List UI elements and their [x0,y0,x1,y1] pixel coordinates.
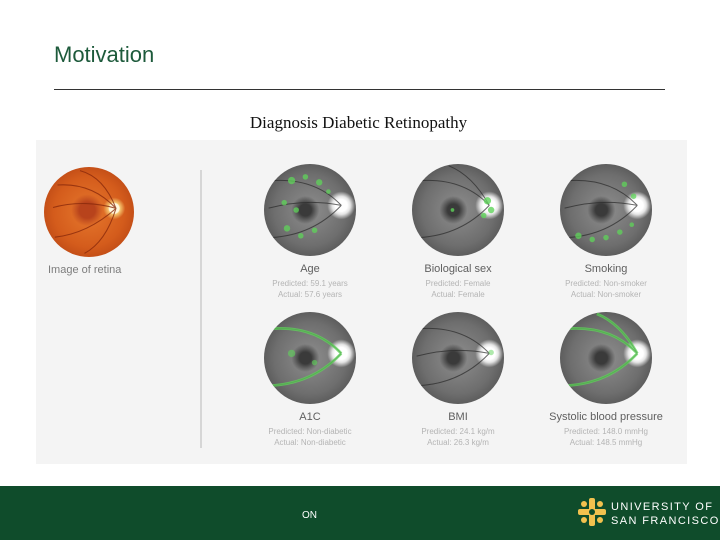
cell-predicted: Predicted: Non-diabetic [268,427,352,436]
logo-line-2: SAN FRANCISCO [611,515,720,527]
fundus-attention-map [560,164,652,256]
cell-actual: Actual: 148.5 mmHg [569,438,643,447]
retina-input-label: Image of retina [48,264,122,276]
fundus-attention-map [412,164,504,256]
fundus-attention-map [412,312,504,404]
cell-predicted: Predicted: 24.1 kg/m [421,427,495,436]
cell-predicted: Predicted: Female [425,279,491,288]
title-divider [54,89,665,90]
cell-title: Smoking [584,263,628,275]
cell-predicted: Predicted: 59.1 years [272,279,348,288]
cell-title: Age [300,263,320,275]
usf-logo-text: UNIVERSITY OF SAN FRANCISCO [611,500,720,528]
retina-color-image [44,167,134,257]
cell-title: Biological sex [424,263,492,275]
cell-title: Systolic blood pressure [549,411,663,423]
fundus-attention-map [264,164,356,256]
prediction-cell-age: Age Predicted: 59.1 years Actual: 57.6 y… [235,164,385,314]
cell-actual: Actual: Female [431,290,485,299]
retina-vessels [52,170,117,254]
cell-actual: Actual: Non-smoker [570,290,642,299]
prediction-cell-a1c: A1C Predicted: Non-diabetic Actual: Non-… [235,312,385,462]
cell-predicted: Predicted: Non-smoker [565,279,647,288]
prediction-cell-smoking: Smoking Predicted: Non-smoker Actual: No… [531,164,681,314]
figure-divider [200,170,202,448]
cell-actual: Actual: 57.6 years [277,290,343,299]
cell-title: BMI [448,411,468,423]
fundus-attention-map [560,312,652,404]
cell-title: A1C [299,411,321,423]
prediction-cell-systolic-blood-pressure: Systolic blood pressure Predicted: 148.0… [531,312,681,462]
slide-title: Motivation [54,42,155,67]
cell-predicted: Predicted: 148.0 mmHg [563,427,649,436]
footer-bar: ON UNIVERSITY OF SAN FRANCISCO [0,486,720,540]
slide-subtitle: Diagnosis Diabetic Retinopathy [249,113,468,132]
retina-prediction-figure: Image of retina Age Predicted: 59.1 year… [36,140,687,464]
fundus-attention-map [264,312,356,404]
prediction-cell-bmi: BMI Predicted: 24.1 kg/m Actual: 26.3 kg… [383,312,533,462]
footer-text: ON [302,510,317,521]
usf-logo-icon [578,498,606,526]
logo-line-1: UNIVERSITY OF [611,501,714,513]
prediction-cell-biological-sex: Biological sex Predicted: Female Actual:… [383,164,533,314]
cell-actual: Actual: Non-diabetic [274,438,346,447]
cell-actual: Actual: 26.3 kg/m [427,438,489,447]
